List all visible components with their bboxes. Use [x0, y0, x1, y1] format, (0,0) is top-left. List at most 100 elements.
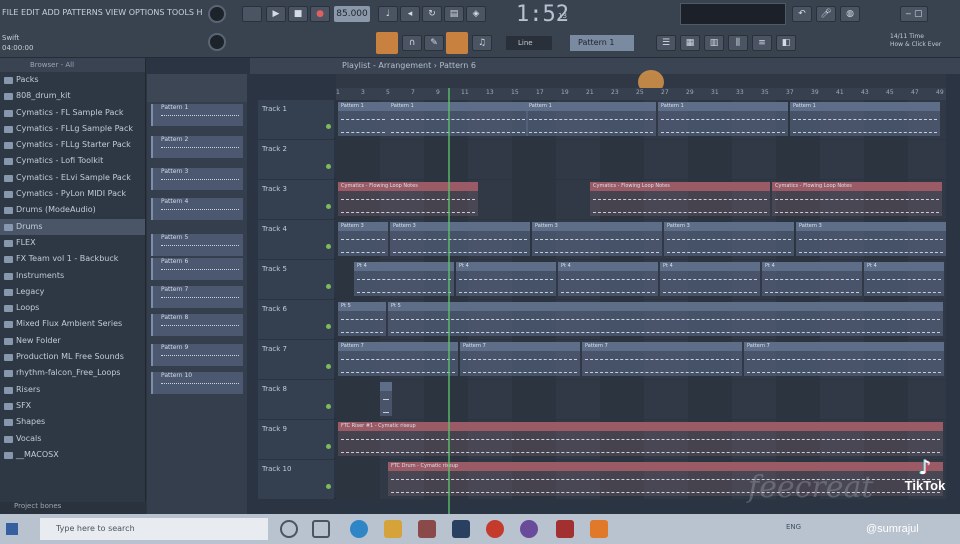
track-mute-led[interactable] [326, 364, 331, 369]
playlist-clip[interactable]: Pattern 1 [658, 102, 788, 136]
track-header[interactable]: Track 9 [258, 420, 334, 459]
snap-select[interactable]: Line [506, 36, 552, 50]
countdown-icon[interactable]: ◂ [400, 6, 420, 22]
track-mute-led[interactable] [326, 484, 331, 489]
picker-toolbar[interactable] [147, 74, 247, 102]
browser-item[interactable]: 808_drum_kit [0, 88, 145, 104]
metronome-icon[interactable]: ♩ [378, 6, 398, 22]
track-mute-led[interactable] [326, 404, 331, 409]
timeline-ruler[interactable]: 1 3 5 7 9 11 13 15 17 19 21 23 25 27 29 31 33 35 37 39 41 43 4… [336, 88, 946, 100]
playlist-icon[interactable]: ☰ [656, 35, 676, 51]
browser-item[interactable]: Risers [0, 382, 145, 398]
track-mute-led[interactable] [326, 124, 331, 129]
playlist-clip[interactable]: Cymatics - Flowing Loop Notes [590, 182, 770, 216]
piano-roll-icon[interactable]: ▦ [680, 35, 700, 51]
track-header[interactable]: Track 5 [258, 260, 334, 299]
browser-footer[interactable]: Project bones [0, 502, 146, 514]
track-lane[interactable]: Pattern 7 Pattern 7 Pattern 7 Pattern 7 [336, 340, 946, 379]
undo-icon[interactable]: ↶ [792, 6, 812, 22]
window-controls[interactable]: ‒ ▢ [900, 6, 928, 22]
playlist-clip[interactable]: Pt 4 [864, 262, 944, 296]
pattern-select[interactable]: Pattern 1 [570, 35, 634, 51]
track-header[interactable]: Track 3 [258, 180, 334, 219]
playlist-clip[interactable]: Pattern 1 [388, 102, 528, 136]
track-lane[interactable] [336, 380, 946, 419]
mic-icon[interactable]: 🎤︎ [816, 6, 836, 22]
browser-item[interactable]: Cymatics - PyLon MIDI Pack [0, 186, 145, 202]
browser-item[interactable]: FX Team vol 1 - Backbuck [0, 251, 145, 267]
playlist-clip[interactable]: Pt 4 [660, 262, 760, 296]
menu-bar[interactable]: FILE EDIT ADD PATTERNS VIEW OPTIONS TOOL… [2, 8, 202, 17]
track-lane[interactable] [336, 140, 946, 179]
playlist-clip[interactable]: Cymatics - Flowing Loop Notes [772, 182, 942, 216]
pat-song-toggle[interactable] [242, 6, 262, 22]
file-explorer-icon[interactable] [384, 520, 402, 538]
playlist-clip[interactable]: Pt 4 [558, 262, 658, 296]
browser-item[interactable]: Shapes [0, 414, 145, 430]
playlist-clip[interactable]: Pattern 1 [526, 102, 656, 136]
taskbar-search[interactable]: Type here to search [40, 518, 268, 540]
playlist-clip[interactable]: Pt 5 [338, 302, 386, 336]
pattern-item[interactable]: Pattern 8 [151, 314, 243, 336]
draw-tool-icon[interactable] [376, 32, 398, 54]
browser-item[interactable]: Legacy [0, 284, 145, 300]
track-mute-led[interactable] [326, 284, 331, 289]
browser-item[interactable]: rhythm-falcon_Free_Loops [0, 365, 145, 381]
track-mute-led[interactable] [326, 324, 331, 329]
browser-item[interactable]: Production ML Free Sounds [0, 349, 145, 365]
playlist-clip[interactable]: Pt 4 [762, 262, 862, 296]
browser-item[interactable]: Cymatics - Lofi Toolkit [0, 153, 145, 169]
blend-icon[interactable]: ◈ [466, 6, 486, 22]
track-lane[interactable]: Pt 5 Pt 5 [336, 300, 946, 339]
stop-button[interactable]: ■ [288, 6, 308, 22]
track-mute-led[interactable] [326, 204, 331, 209]
track-header[interactable]: Track 4 [258, 220, 334, 259]
browser-icon[interactable]: ≡ [752, 35, 772, 51]
browser-item[interactable]: Loops [0, 300, 145, 316]
track-header[interactable]: Track 1 [258, 100, 334, 139]
playlist-clip[interactable]: FTC Riser #1 - Cymatic riseup [338, 422, 943, 456]
fl-studio-taskbar-icon[interactable] [590, 520, 608, 538]
task-view-icon[interactable] [312, 520, 330, 538]
pattern-item[interactable]: Pattern 4 [151, 198, 243, 220]
track-header[interactable]: Track 10 [258, 460, 334, 499]
browser-item[interactable]: Cymatics - ELvi Sample Pack [0, 170, 145, 186]
track-lane[interactable]: Pattern 1 Pattern 1 Pattern 1 Pattern 1 Patt… [336, 100, 946, 139]
firefox-icon[interactable] [520, 520, 538, 538]
windows-start-icon[interactable] [6, 523, 18, 535]
browser-item[interactable]: SFX [0, 398, 145, 414]
track-lane[interactable]: Cymatics - Flowing Loop Notes Cymatics - … [336, 180, 946, 219]
playlist-clip[interactable]: Pt 5 [388, 302, 943, 336]
playlist-clip[interactable]: Pattern 3 [338, 222, 388, 256]
track-mute-led[interactable] [326, 164, 331, 169]
playlist-clip[interactable]: Cymatics - Flowing Loop Notes [338, 182, 478, 216]
loop-record-icon[interactable]: ↻ [422, 6, 442, 22]
browser-item[interactable]: New Folder [0, 333, 145, 349]
cortana-icon[interactable] [280, 520, 298, 538]
track-header[interactable]: Track 8 [258, 380, 334, 419]
track-lane[interactable]: Pt 4 Pt 4 Pt 4 Pt 4 Pt 4 Pt 4 [336, 260, 946, 299]
browser-item[interactable]: Packs [0, 72, 145, 88]
track-lane[interactable]: FTC Riser #1 - Cymatic riseup [336, 420, 946, 459]
track-lane[interactable]: Pattern 3 Pattern 3 Pattern 3 Pattern 3 Patt… [336, 220, 946, 259]
browser-item[interactable]: Drums [0, 218, 145, 235]
store-icon[interactable] [418, 520, 436, 538]
pattern-item[interactable]: Pattern 1 [151, 104, 243, 126]
tempo-display[interactable]: 85.000 [334, 6, 370, 22]
step-edit-icon[interactable]: ▤ [444, 6, 464, 22]
pattern-item[interactable]: Pattern 2 [151, 136, 243, 158]
system-tray[interactable]: ENG [786, 523, 801, 531]
browser-item[interactable]: Cymatics - FLLg Starter Pack [0, 137, 145, 153]
pattern-item[interactable]: Pattern 5 [151, 234, 243, 256]
online-icon[interactable]: ◍ [840, 6, 860, 22]
browser-item[interactable]: __MACOSX [0, 447, 145, 463]
pencil-icon[interactable]: ✎ [424, 35, 444, 51]
track-mute-led[interactable] [326, 444, 331, 449]
playlist-clip[interactable]: Pattern 3 [664, 222, 794, 256]
playlist-clip[interactable]: Pattern 1 [338, 102, 388, 136]
browser-item[interactable]: Instruments [0, 268, 145, 284]
playlist-clip[interactable]: Pattern 3 [796, 222, 946, 256]
playlist-clip[interactable] [380, 382, 392, 416]
playlist-clip[interactable]: Pattern 7 [338, 342, 458, 376]
pattern-item[interactable]: Pattern 7 [151, 286, 243, 308]
